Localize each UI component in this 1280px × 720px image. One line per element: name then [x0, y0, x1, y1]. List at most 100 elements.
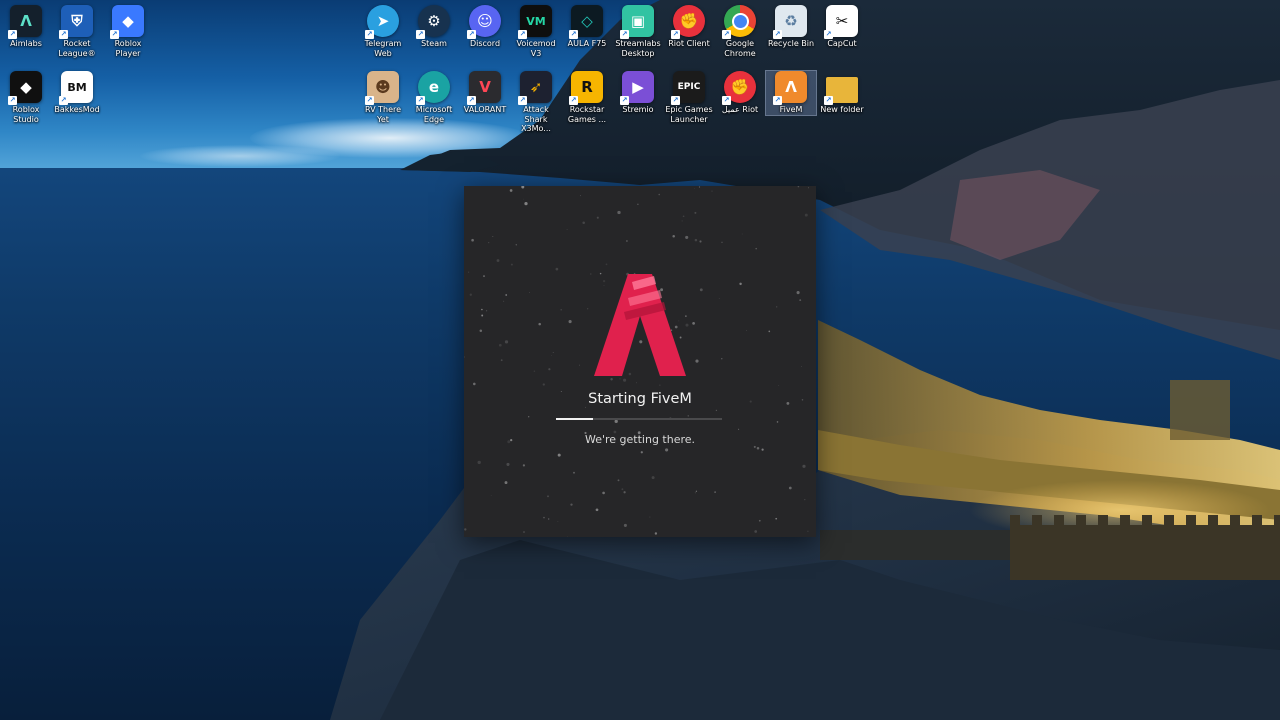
- desktop-shortcut[interactable]: Λ ↗ Aimlabs: [1, 5, 51, 49]
- desktop-shortcut-label: Rockstar Games ...: [567, 105, 607, 124]
- snow-particle: [694, 211, 697, 214]
- snow-particle: [490, 494, 492, 496]
- snow-particle: [698, 186, 701, 188]
- snow-particle: [637, 203, 639, 205]
- desktop-shortcut-label: Microsoft Edge: [415, 105, 453, 124]
- desktop-shortcut-label: Roblox Studio: [12, 105, 40, 124]
- desktop-shortcut[interactable]: ◆ ↗ Roblox Studio: [1, 71, 51, 124]
- shortcut-arrow-icon: ↗: [365, 30, 374, 39]
- snow-particle: [761, 448, 764, 451]
- snow-particle: [623, 491, 626, 494]
- snow-particle: [548, 518, 550, 520]
- voicemod-icon: VM ↗: [518, 5, 552, 39]
- desktop-shortcut[interactable]: Λ ↗ FiveM: [765, 70, 817, 116]
- desktop-shortcut-label: Streamlabs Desktop: [615, 39, 661, 58]
- snow-particle: [651, 476, 655, 480]
- fivem-logo-icon: [594, 274, 686, 376]
- desktop-shortcut[interactable]: ⛨ ↗ Rocket League®: [52, 5, 102, 58]
- snow-particle: [473, 382, 476, 386]
- desktop-shortcut[interactable]: ▣ ↗ Streamlabs Desktop: [613, 5, 663, 58]
- desktop-shortcut[interactable]: BM ↗ BakkesMod: [52, 71, 102, 115]
- snow-particle: [522, 464, 525, 467]
- snow-particle: [496, 259, 500, 262]
- snow-particle: [617, 479, 620, 482]
- snow-particle: [550, 355, 552, 356]
- desktop-shortcut[interactable]: ☻ ↗ RV There Yet: [358, 71, 408, 124]
- desktop-shortcut[interactable]: ↗ Google Chrome: [715, 5, 765, 58]
- desktop-shortcut[interactable]: ✊ ↗ عميل Riot: [715, 71, 765, 115]
- desktop-shortcut[interactable]: EPIC ↗ Epic Games Launcher: [664, 71, 714, 124]
- epic-games-icon: EPIC ↗: [671, 71, 705, 105]
- desktop-shortcut[interactable]: ◆ ↗ Roblox Player: [103, 5, 153, 58]
- rockstar-icon: R ↗: [569, 71, 603, 105]
- desktop-shortcut[interactable]: ➶ ↗ Attack Shark X3Mo...: [511, 71, 561, 134]
- splash-subtitle: We're getting there.: [584, 433, 696, 446]
- snow-particle: [488, 242, 490, 244]
- snow-particle: [503, 300, 505, 302]
- shortcut-arrow-icon: ↗: [824, 30, 833, 39]
- snow-particle: [687, 415, 689, 417]
- snow-particle: [682, 215, 685, 218]
- snow-particle: [464, 528, 467, 531]
- snow-particle: [692, 322, 695, 325]
- rocket-league-icon: ⛨ ↗: [59, 5, 93, 39]
- desktop-shortcut-label: عميل Riot: [721, 105, 759, 114]
- snow-particle: [714, 491, 716, 493]
- snow-particle: [768, 330, 771, 333]
- shortcut-arrow-icon: ↗: [671, 30, 680, 39]
- splash-title: Starting FiveM: [588, 391, 692, 407]
- snow-particle: [694, 238, 698, 242]
- desktop-shortcut-label: Riot Client: [668, 39, 710, 48]
- desktop-shortcut-label: Voicemod V3: [516, 39, 556, 58]
- folder-icon: ↗: [824, 77, 858, 105]
- desktop-shortcut-label: Discord: [469, 39, 501, 48]
- snow-particle: [557, 453, 561, 457]
- snow-particle: [590, 273, 592, 275]
- snow-particle: [570, 503, 573, 506]
- snow-particle: [741, 233, 743, 235]
- desktop-shortcut[interactable]: ✊ ↗ Riot Client: [664, 5, 714, 49]
- snow-particle: [479, 329, 483, 332]
- snow-particle: [557, 521, 559, 523]
- snow-particle: [567, 536, 569, 537]
- desktop-shortcut[interactable]: ♻ ↗ Recycle Bin: [766, 5, 816, 49]
- snow-particle: [614, 419, 618, 424]
- desktop-shortcut[interactable]: ⚙ ↗ Steam: [409, 5, 459, 49]
- desktop-shortcut-label: RV There Yet: [364, 105, 402, 124]
- snow-particle: [754, 530, 758, 533]
- snow-particle: [665, 448, 669, 452]
- snow-particle: [778, 385, 780, 386]
- snow-particle: [617, 210, 621, 215]
- snow-particle: [694, 492, 696, 494]
- snow-particle: [548, 368, 551, 371]
- desktop-shortcut[interactable]: VM ↗ Voicemod V3: [511, 5, 561, 58]
- snow-particle: [500, 359, 503, 362]
- desktop-shortcut[interactable]: ▶ ↗ Stremio: [613, 71, 663, 115]
- desktop-shortcut[interactable]: ☺ ↗ Discord: [460, 5, 510, 49]
- shortcut-arrow-icon: ↗: [773, 30, 782, 39]
- snow-particle: [547, 495, 549, 498]
- desktop-shortcut[interactable]: V ↗ VALORANT: [460, 71, 510, 115]
- snow-particle: [775, 517, 778, 520]
- snow-particle: [801, 366, 803, 367]
- desktop-shortcut[interactable]: e ↗ Microsoft Edge: [409, 71, 459, 124]
- desktop-shortcut[interactable]: ◇ ↗ AULA F75: [562, 5, 612, 49]
- snow-particle: [521, 186, 525, 189]
- snow-particle: [804, 213, 808, 217]
- desktop-shortcut[interactable]: R ↗ Rockstar Games ...: [562, 71, 612, 124]
- snow-particle: [715, 409, 718, 412]
- snow-particle: [776, 306, 778, 308]
- snow-particle: [623, 523, 627, 527]
- desktop-shortcut[interactable]: ✂ ↗ CapCut: [817, 5, 867, 49]
- snow-particle: [755, 247, 757, 250]
- snow-particle: [746, 330, 747, 332]
- shortcut-arrow-icon: ↗: [110, 30, 119, 39]
- shortcut-arrow-icon: ↗: [569, 96, 578, 105]
- snow-particle: [468, 271, 470, 273]
- snow-particle: [538, 322, 541, 326]
- riot-client-icon: ✊ ↗: [722, 71, 756, 105]
- snow-particle: [807, 530, 809, 532]
- desktop-shortcut[interactable]: ↗ New folder: [817, 71, 867, 115]
- snow-particle: [721, 241, 723, 243]
- desktop-shortcut[interactable]: ➤ ↗ Telegram Web: [358, 5, 408, 58]
